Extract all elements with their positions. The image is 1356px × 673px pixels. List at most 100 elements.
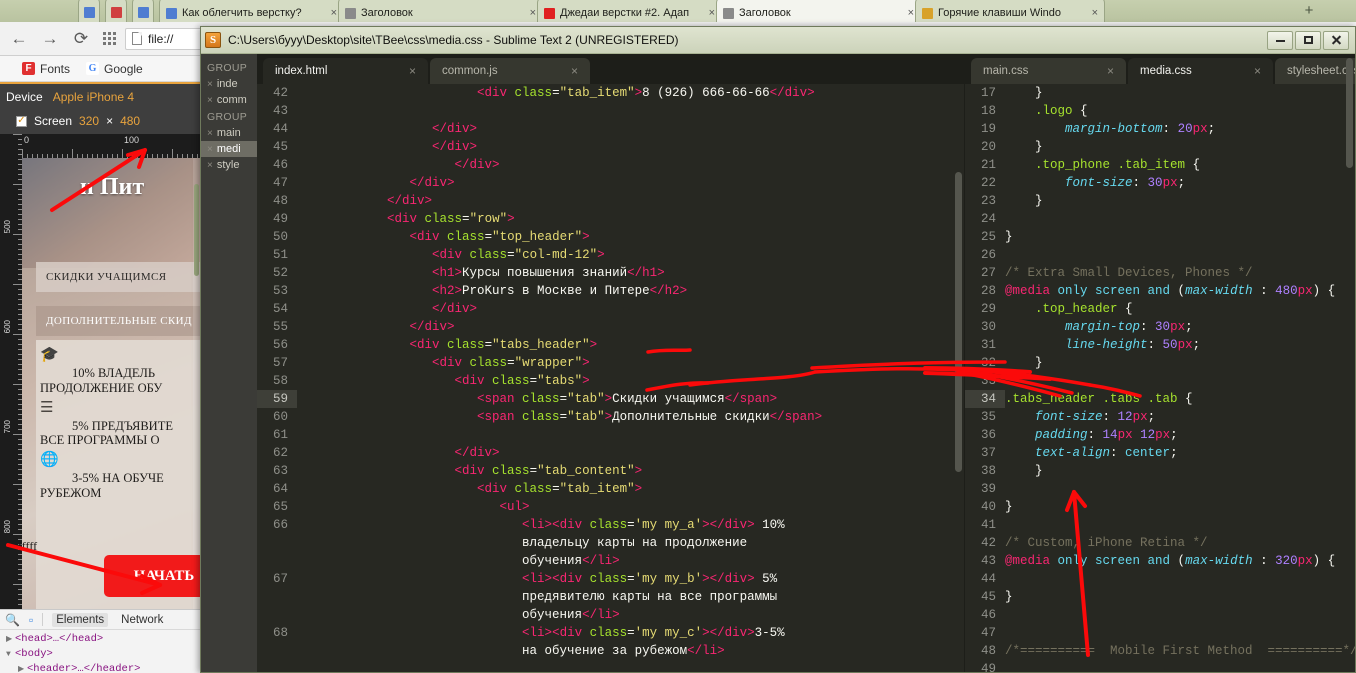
code-line[interactable]: 48 </div> bbox=[257, 192, 964, 210]
close-icon[interactable]: × bbox=[1107, 64, 1114, 78]
close-icon[interactable]: × bbox=[1254, 64, 1261, 78]
close-icon[interactable]: × bbox=[709, 7, 715, 19]
code-line[interactable]: 28 @media only screen and (max-width : 48… bbox=[965, 282, 1355, 300]
code-line[interactable]: 46 </div> bbox=[257, 156, 964, 174]
pinned-tab[interactable] bbox=[105, 0, 127, 22]
sidebar-file-common[interactable]: × comm bbox=[201, 92, 257, 108]
code-line[interactable]: 54 </div> bbox=[257, 300, 964, 318]
browser-tab[interactable]: Горячие клавиши Windo × bbox=[915, 0, 1105, 22]
editor-scrollbar-left[interactable] bbox=[955, 172, 962, 472]
code-area-right[interactable]: 17 } 18 .logo {19 margin-bottom: 20px; 20 … bbox=[965, 84, 1355, 672]
code-line[interactable]: 27 /* Extra Small Devices, Phones */ bbox=[965, 264, 1355, 282]
code-line[interactable]: 45} bbox=[965, 588, 1355, 606]
code-line[interactable]: 38 } bbox=[965, 462, 1355, 480]
code-line[interactable]: 42 <div class="tab_item">8 (926) 666-66-… bbox=[257, 84, 964, 102]
code-line[interactable]: 33 bbox=[965, 372, 1355, 390]
close-icon[interactable]: × bbox=[207, 95, 213, 106]
close-icon[interactable]: × bbox=[207, 79, 213, 90]
code-line[interactable]: 35 font-size: 12px; bbox=[965, 408, 1355, 426]
code-line[interactable]: 64 <div class="tab_item"> bbox=[257, 480, 964, 498]
code-line[interactable]: 24 bbox=[965, 210, 1355, 228]
code-line[interactable]: 37 text-align: center; bbox=[965, 444, 1355, 462]
tab-main-css[interactable]: main.css × bbox=[971, 58, 1126, 84]
code-line[interactable]: 32 } bbox=[965, 354, 1355, 372]
code-line[interactable]: 52 <h1>Курсы повышения знаний</h1> bbox=[257, 264, 964, 282]
collapse-triangle-icon[interactable]: ▼ bbox=[6, 647, 15, 662]
code-line[interactable]: 61 bbox=[257, 426, 964, 444]
code-line[interactable]: 51 <div class="col-md-12"> bbox=[257, 246, 964, 264]
close-button[interactable] bbox=[1323, 30, 1349, 50]
code-line[interactable]: 43 bbox=[257, 102, 964, 120]
close-icon[interactable]: × bbox=[530, 7, 536, 19]
screen-checkbox[interactable]: ✓ bbox=[16, 115, 27, 127]
minimize-button[interactable] bbox=[1267, 30, 1293, 50]
tab-media-css[interactable]: media.css × bbox=[1128, 58, 1273, 84]
code-line[interactable]: 62 </div> bbox=[257, 444, 964, 462]
sidebar-file-index[interactable]: × inde bbox=[201, 76, 257, 92]
browser-tab[interactable]: Джедаи верстки #2. Адап × bbox=[537, 0, 722, 22]
bookmark-fonts[interactable]: F Fonts bbox=[22, 62, 70, 76]
code-line[interactable]: 22 font-size: 30px; bbox=[965, 174, 1355, 192]
code-line[interactable]: 39 bbox=[965, 480, 1355, 498]
close-icon[interactable]: × bbox=[908, 7, 914, 19]
code-line[interactable]: 45 </div> bbox=[257, 138, 964, 156]
close-icon[interactable]: × bbox=[207, 128, 213, 139]
close-icon[interactable]: × bbox=[409, 64, 416, 78]
code-line[interactable]: 60 <span class="tab">Дополнительные скид… bbox=[257, 408, 964, 426]
code-line[interactable]: 34 .tabs_header .tabs .tab { bbox=[965, 390, 1355, 408]
code-line[interactable]: 55 </div> bbox=[257, 318, 964, 336]
code-line[interactable]: на обучение за рубежом</li> bbox=[257, 642, 964, 660]
bookmark-google[interactable]: G Google bbox=[86, 62, 143, 76]
close-icon[interactable]: × bbox=[331, 7, 337, 19]
code-line[interactable]: 56 <div class="tabs_header"> bbox=[257, 336, 964, 354]
close-icon[interactable]: × bbox=[207, 160, 213, 171]
preview-tab-extra-discounts[interactable]: ДОПОЛНИТЕЛЬНЫЕ СКИД bbox=[36, 306, 200, 336]
new-tab-button[interactable]: + bbox=[1296, 2, 1322, 20]
editor-scrollbar-right[interactable] bbox=[1346, 58, 1353, 168]
code-line[interactable]: 48 /*========== Mobile First Method =====… bbox=[965, 642, 1355, 660]
device-toolbar-icon[interactable]: ▫ bbox=[29, 613, 33, 627]
code-line[interactable]: 44 </div> bbox=[257, 120, 964, 138]
code-line[interactable]: 25} bbox=[965, 228, 1355, 246]
code-line[interactable]: 40} bbox=[965, 498, 1355, 516]
sidebar-file-main[interactable]: × main bbox=[201, 125, 257, 141]
code-line[interactable]: 18 .logo { bbox=[965, 102, 1355, 120]
close-icon[interactable]: × bbox=[571, 64, 578, 78]
sidebar-file-stylesheet[interactable]: × style bbox=[201, 157, 257, 173]
code-line[interactable]: 68 <li><div class='my my_c'></div>3-5% bbox=[257, 624, 964, 642]
pinned-tab[interactable] bbox=[132, 0, 154, 22]
code-line[interactable]: 67 <li><div class='my my_b'></div> 5% bbox=[257, 570, 964, 588]
expand-triangle-icon[interactable]: ▶ bbox=[6, 632, 15, 647]
code-line[interactable]: 30 margin-top: 30px; bbox=[965, 318, 1355, 336]
code-line[interactable]: 41 bbox=[965, 516, 1355, 534]
code-line[interactable]: 43 @media only screen and (max-width : 32… bbox=[965, 552, 1355, 570]
tab-index-html[interactable]: index.html × bbox=[263, 58, 428, 84]
sidebar-file-media[interactable]: × medi bbox=[201, 141, 257, 157]
close-icon[interactable]: × bbox=[1092, 7, 1098, 19]
browser-tab[interactable]: Заголовок × bbox=[338, 0, 543, 22]
code-line[interactable]: 53 <h2>ProKurs в Москве и Питере</h2> bbox=[257, 282, 964, 300]
expand-triangle-icon[interactable]: ▶ bbox=[18, 662, 27, 673]
code-line[interactable]: 63 <div class="tab_content"> bbox=[257, 462, 964, 480]
tab-elements[interactable]: Elements bbox=[52, 612, 109, 627]
forward-icon[interactable]: → bbox=[39, 28, 61, 50]
close-icon[interactable]: × bbox=[207, 144, 213, 155]
code-line[interactable]: владельцу карты на продолжение bbox=[257, 534, 964, 552]
search-icon[interactable]: 🔍 bbox=[5, 613, 20, 627]
screen-width-input[interactable]: 320 bbox=[79, 114, 99, 128]
code-line[interactable]: 26 bbox=[965, 246, 1355, 264]
code-line[interactable]: 44 bbox=[965, 570, 1355, 588]
browser-tab[interactable]: Как облегчить верстку? × bbox=[159, 0, 344, 22]
apps-grid-icon[interactable] bbox=[103, 32, 116, 45]
maximize-button[interactable] bbox=[1295, 30, 1321, 50]
dom-node[interactable]: ▼ <body> bbox=[4, 647, 205, 662]
code-line[interactable]: предявителю карты на все программы bbox=[257, 588, 964, 606]
code-line[interactable]: 36 padding: 14px 12px; bbox=[965, 426, 1355, 444]
preview-tab-discount-students[interactable]: СКИДКИ УЧАЩИМСЯ bbox=[36, 262, 200, 292]
preview-scrollbar[interactable] bbox=[193, 158, 200, 609]
back-icon[interactable]: ← bbox=[8, 28, 30, 50]
code-line[interactable]: 46 bbox=[965, 606, 1355, 624]
code-line[interactable]: 31 line-height: 50px; bbox=[965, 336, 1355, 354]
code-line[interactable]: 59 <span class="tab">Скидки учащимся</sp… bbox=[257, 390, 964, 408]
browser-tab[interactable]: Заголовок × bbox=[716, 0, 921, 22]
